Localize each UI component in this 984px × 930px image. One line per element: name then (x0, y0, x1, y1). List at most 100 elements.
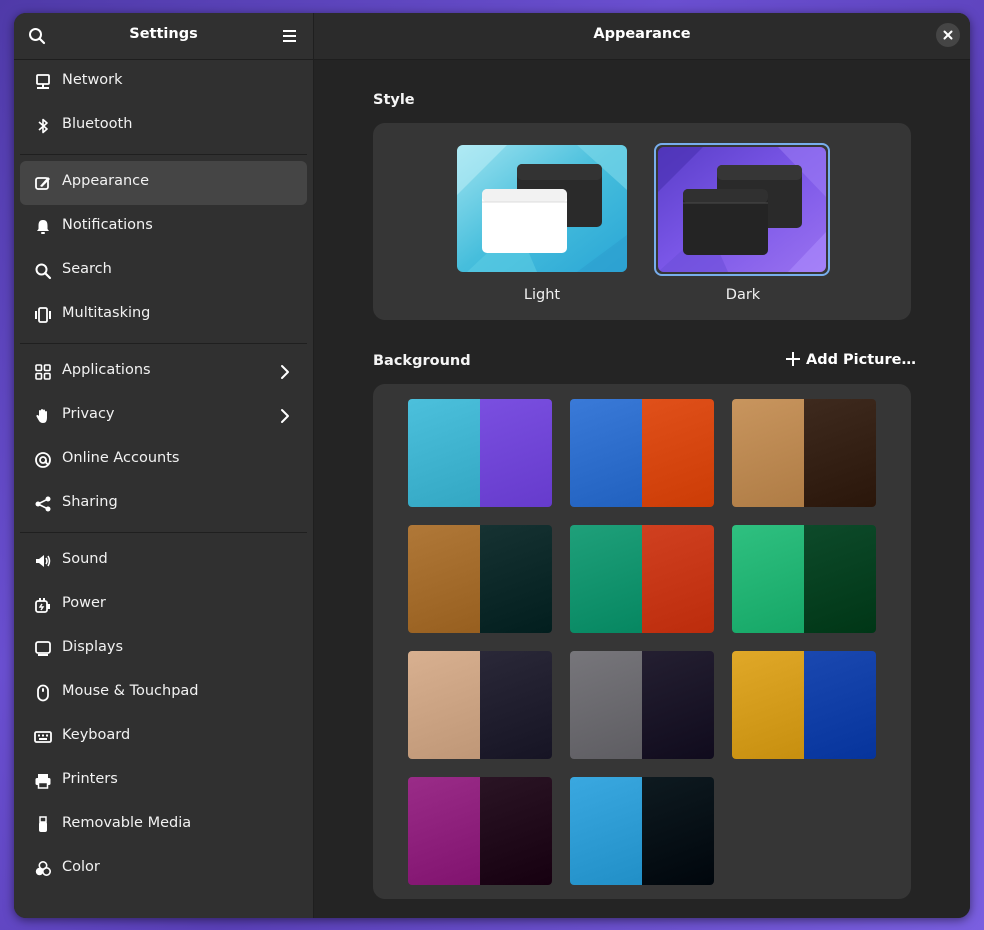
sidebar-item-label: Multitasking (62, 305, 151, 321)
sidebar-item-label: Sharing (62, 494, 118, 510)
main-header: Appearance (314, 13, 970, 60)
sidebar-item-bluetooth[interactable]: Bluetooth (20, 104, 307, 148)
wallpaper-wood[interactable] (732, 399, 876, 507)
sidebar-item-power[interactable]: Power (20, 583, 307, 627)
sidebar: Settings Network Bluetooth Appearance Notif… (14, 13, 314, 918)
background-card (373, 384, 911, 899)
page-title: Appearance (593, 26, 691, 42)
sidebar-separator (20, 532, 307, 533)
wallpaper-plain[interactable] (570, 651, 714, 759)
sidebar-item-label: Applications (62, 362, 151, 378)
wallpaper-dark-half (642, 525, 714, 633)
sidebar-item-appearance[interactable]: Appearance (20, 161, 307, 205)
wallpaper-mosaic[interactable] (570, 777, 714, 885)
wallpaper-light-half (570, 525, 642, 633)
wallpaper-dark-half (804, 399, 876, 507)
sidebar-item-network[interactable]: Network (20, 60, 307, 104)
sidebar-item-privacy[interactable]: Privacy (20, 394, 307, 438)
sidebar-item-label: Displays (62, 639, 124, 655)
sidebar-title: Settings (129, 26, 198, 42)
share-icon (34, 495, 52, 513)
sidebar-item-label: Online Accounts (62, 450, 180, 466)
sidebar-item-notifications[interactable]: Notifications (20, 205, 307, 249)
wallpaper-dark-half (642, 777, 714, 885)
sidebar-separator (20, 343, 307, 344)
wallpaper-pixels[interactable] (732, 525, 876, 633)
sidebar-item-multitasking[interactable]: Multitasking (20, 293, 307, 337)
wallpaper-dark-half (804, 525, 876, 633)
sidebar-item-printers[interactable]: Printers (20, 759, 307, 803)
close-button[interactable] (936, 23, 960, 47)
sidebar-item-label: Power (62, 595, 106, 611)
wallpaper-light-half (408, 777, 480, 885)
speaker-icon (34, 552, 52, 570)
power-icon (34, 596, 52, 614)
bell-icon (34, 218, 52, 236)
wallpaper-blobs[interactable] (408, 525, 552, 633)
mouse-icon (34, 684, 52, 702)
sidebar-item-label: Privacy (62, 406, 115, 422)
wallpaper-light-half (570, 399, 642, 507)
sidebar-item-search[interactable]: Search (20, 249, 307, 293)
sidebar-item-applications[interactable]: Applications (20, 350, 307, 394)
sidebar-item-sound[interactable]: Sound (20, 539, 307, 583)
add-picture-button[interactable]: Add Picture… (786, 352, 916, 370)
wallpaper-fold[interactable] (570, 525, 714, 633)
sidebar-item-label: Removable Media (62, 815, 192, 831)
style-option-dark[interactable]: Dark (654, 143, 830, 303)
style-section-title: Style (373, 92, 415, 108)
wallpaper-light-half (732, 525, 804, 633)
dark-style-preview (658, 147, 826, 272)
style-label-light: Light (523, 287, 561, 303)
wallpaper-drool[interactable] (570, 399, 714, 507)
background-section-title: Background (373, 353, 471, 369)
sidebar-item-label: Appearance (62, 173, 150, 189)
printer-icon (34, 772, 52, 790)
wallpaper-light-half (408, 525, 480, 633)
usb-icon (34, 816, 52, 834)
wallpaper-light-half (732, 651, 804, 759)
menu-icon[interactable] (277, 23, 303, 49)
search-icon (34, 262, 52, 280)
sidebar-separator (20, 154, 307, 155)
appearance-icon (34, 174, 52, 192)
sidebar-item-displays[interactable]: Displays (20, 627, 307, 671)
chevron-right-icon (277, 364, 293, 380)
at-icon (34, 451, 52, 469)
sidebar-item-label: Network (62, 72, 123, 88)
sidebar-item-keyboard[interactable]: Keyboard (20, 715, 307, 759)
settings-window: Settings Network Bluetooth Appearance Notif… (14, 13, 970, 918)
bluetooth-icon (34, 117, 52, 135)
plus-icon (786, 352, 800, 370)
wallpaper-waves[interactable] (408, 777, 552, 885)
wallpaper-dark-half (480, 651, 552, 759)
multitasking-icon (34, 306, 52, 324)
style-option-light[interactable]: Light (457, 145, 629, 303)
wallpaper-triangles[interactable] (408, 399, 552, 507)
wallpaper-dark-half (804, 651, 876, 759)
wallpaper-tiles[interactable] (732, 651, 876, 759)
sidebar-item-label: Mouse & Touchpad (62, 683, 199, 699)
wallpaper-light-half (408, 399, 480, 507)
sidebar-item-color[interactable]: Color (20, 847, 307, 891)
sidebar-item-online-accounts[interactable]: Online Accounts (20, 438, 307, 482)
wallpaper-dark-half (642, 399, 714, 507)
color-icon (34, 860, 52, 878)
style-card: Light Dark (373, 123, 911, 320)
sidebar-header: Settings (14, 13, 313, 60)
style-label-dark: Dark (725, 287, 761, 303)
wallpaper-symbolics[interactable] (408, 651, 552, 759)
main-panel: Appearance Style Light Dark Background A… (314, 13, 970, 918)
sidebar-item-sharing[interactable]: Sharing (20, 482, 307, 526)
wallpaper-dark-half (642, 651, 714, 759)
display-icon (34, 640, 52, 658)
sidebar-item-label: Search (62, 261, 112, 277)
add-picture-label: Add Picture… (806, 352, 916, 368)
wallpaper-dark-half (480, 399, 552, 507)
wallpaper-dark-half (480, 525, 552, 633)
wallpaper-light-half (570, 777, 642, 885)
light-style-preview (457, 145, 627, 272)
sidebar-item-mouse-touchpad[interactable]: Mouse & Touchpad (20, 671, 307, 715)
wallpaper-light-half (732, 399, 804, 507)
sidebar-item-removable-media[interactable]: Removable Media (20, 803, 307, 847)
